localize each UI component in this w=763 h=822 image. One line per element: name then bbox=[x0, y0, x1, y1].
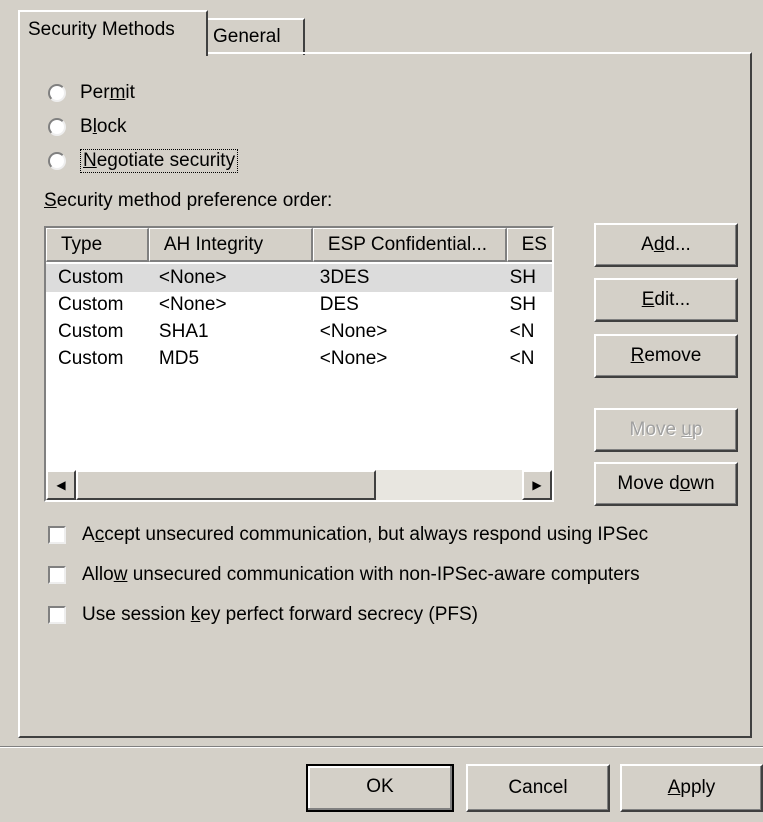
checkbox-box[interactable] bbox=[48, 606, 66, 624]
checkbox-box[interactable] bbox=[48, 526, 66, 544]
tab-security-methods[interactable]: Security Methods bbox=[18, 10, 208, 56]
radio-circle[interactable] bbox=[48, 152, 66, 170]
scroll-left-button[interactable]: ◀ bbox=[46, 470, 76, 500]
move-up-button[interactable]: Move up bbox=[594, 408, 738, 452]
apply-button[interactable]: Apply bbox=[620, 764, 763, 812]
remove-button[interactable]: Remove bbox=[594, 334, 738, 378]
preference-order-label: Security method preference order: bbox=[44, 190, 333, 211]
divider bbox=[0, 746, 763, 748]
arrow-left-icon: ◀ bbox=[56, 478, 66, 492]
table-row[interactable]: Custom <None> 3DES SH bbox=[46, 264, 552, 292]
column-header-esp-integrity[interactable]: ES bbox=[506, 228, 552, 262]
cell-esp-confidentiality: <None> bbox=[319, 321, 388, 342]
accept-unsecured-label: Accept unsecured communication, but alwa… bbox=[82, 524, 649, 545]
cell-ah-integrity: <None> bbox=[158, 267, 227, 288]
checkbox-box[interactable] bbox=[48, 566, 66, 584]
tab-security-methods-label: Security Methods bbox=[28, 19, 175, 40]
negotiate-security-radio[interactable]: Negotiate security bbox=[48, 147, 239, 175]
cancel-button[interactable]: Cancel bbox=[466, 764, 610, 812]
cell-ah-integrity: MD5 bbox=[158, 348, 200, 369]
add-button[interactable]: Add... bbox=[594, 223, 738, 267]
cell-ah-integrity: <None> bbox=[158, 294, 227, 315]
list-header: Type AH Integrity ESP Confidential... ES bbox=[46, 228, 552, 262]
edit-button[interactable]: Edit... bbox=[594, 278, 738, 322]
cell-esp-confidentiality: DES bbox=[319, 294, 359, 315]
cell-type: Custom bbox=[58, 267, 124, 288]
cell-esp-integrity: SH bbox=[509, 267, 537, 288]
cell-esp-integrity: <N bbox=[509, 348, 535, 369]
radio-circle[interactable] bbox=[48, 118, 66, 136]
column-header-ah-integrity[interactable]: AH Integrity bbox=[148, 228, 313, 262]
tab-general[interactable]: General bbox=[203, 18, 305, 55]
cell-esp-integrity: SH bbox=[509, 294, 537, 315]
column-header-esp-confidentiality[interactable]: ESP Confidential... bbox=[312, 228, 507, 262]
scroll-thumb[interactable] bbox=[76, 470, 376, 500]
cell-type: Custom bbox=[58, 348, 124, 369]
table-row[interactable]: Custom MD5 <None> <N bbox=[46, 345, 552, 373]
cell-type: Custom bbox=[58, 294, 124, 315]
block-label: Block bbox=[80, 116, 127, 137]
security-methods-list[interactable]: Type AH Integrity ESP Confidential... ES… bbox=[44, 226, 554, 502]
cell-esp-confidentiality: <None> bbox=[319, 348, 388, 369]
allow-unsecured-checkbox[interactable]: Allow unsecured communication with non-I… bbox=[48, 561, 640, 589]
ok-button[interactable]: OK bbox=[306, 764, 454, 812]
table-row[interactable]: Custom SHA1 <None> <N bbox=[46, 318, 552, 346]
radio-circle[interactable] bbox=[48, 84, 66, 102]
scroll-right-button[interactable]: ▶ bbox=[522, 470, 552, 500]
column-header-type[interactable]: Type bbox=[46, 228, 149, 262]
tab-general-label: General bbox=[213, 26, 281, 47]
table-row[interactable]: Custom <None> DES SH bbox=[46, 291, 552, 319]
horizontal-scrollbar[interactable]: ◀ ▶ bbox=[46, 470, 552, 500]
move-down-button[interactable]: Move down bbox=[594, 462, 738, 506]
cell-type: Custom bbox=[58, 321, 124, 342]
cell-ah-integrity: SHA1 bbox=[158, 321, 209, 342]
allow-unsecured-label: Allow unsecured communication with non-I… bbox=[82, 564, 640, 585]
pfs-label: Use session key perfect forward secrecy … bbox=[82, 604, 478, 625]
arrow-right-icon: ▶ bbox=[532, 478, 542, 492]
negotiate-security-label: Negotiate security bbox=[80, 149, 239, 173]
block-radio[interactable]: Block bbox=[48, 113, 127, 141]
cell-esp-integrity: <N bbox=[509, 321, 535, 342]
permit-label: Permit bbox=[80, 82, 135, 103]
accept-unsecured-checkbox[interactable]: Accept unsecured communication, but alwa… bbox=[48, 521, 648, 549]
cell-esp-confidentiality: 3DES bbox=[319, 267, 370, 288]
permit-radio[interactable]: Permit bbox=[48, 79, 135, 107]
pfs-checkbox[interactable]: Use session key perfect forward secrecy … bbox=[48, 601, 478, 629]
